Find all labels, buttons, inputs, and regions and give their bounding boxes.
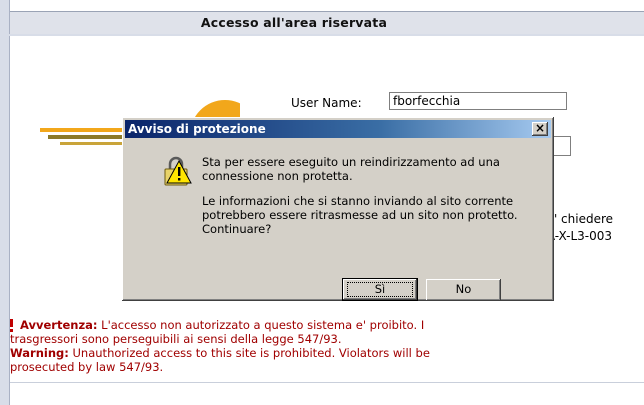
no-button-label: No	[455, 282, 472, 296]
username-label: User Name:	[291, 96, 362, 110]
dialog-message-line-2: connessione non protetta.	[202, 169, 353, 183]
warning-it-text-2: trasgressori sono perseguibili ai sensi …	[10, 332, 342, 346]
dialog-message-line-1: Sta per essere eseguito un reindirizzame…	[202, 155, 500, 169]
warning-en-text-1: Unauthorized access to this site is proh…	[68, 346, 430, 360]
header-underline	[0, 34, 644, 36]
close-icon: ×	[535, 121, 546, 135]
warning-en-text-2: prosecuted by law 547/93.	[10, 360, 164, 374]
dialog-message-line-4: potrebbero essere ritrasmesse ad un sito…	[202, 208, 518, 222]
exclamation-icon	[10, 319, 13, 332]
close-button[interactable]: ×	[532, 122, 548, 136]
warning-it-text-1: L'accesso non autorizzato a questo siste…	[97, 318, 425, 332]
dialog-title: Avviso di protezione	[128, 122, 266, 136]
warning-en-label: Warning:	[10, 346, 69, 360]
security-alert-dialog: Avviso di protezione × Sta per essere es…	[122, 117, 554, 301]
bottom-divider	[10, 382, 644, 383]
warning-en-line-1: Warning: Unauthorized access to this sit…	[10, 346, 430, 360]
dialog-message-line-5: Continuare?	[202, 222, 272, 236]
no-button[interactable]: No	[426, 279, 501, 301]
dialog-message-line-3: Le informazioni che si stanno inviando a…	[202, 194, 514, 208]
warning-it-label: Avvertenza:	[20, 318, 98, 332]
yes-button[interactable]: Sì	[342, 278, 418, 301]
warning-lock-icon	[164, 156, 192, 186]
focus-ring	[347, 282, 413, 297]
warning-it-line-1: Avvertenza: L'accesso non autorizzato a …	[20, 318, 424, 332]
username-input[interactable]	[389, 92, 567, 110]
page-title: Accesso all'area riservata	[200, 15, 388, 30]
dialog-titlebar[interactable]: Avviso di protezione ×	[125, 120, 551, 138]
left-sidebar-strip	[0, 0, 9, 405]
page-header: Accesso all'area riservata	[10, 11, 644, 35]
